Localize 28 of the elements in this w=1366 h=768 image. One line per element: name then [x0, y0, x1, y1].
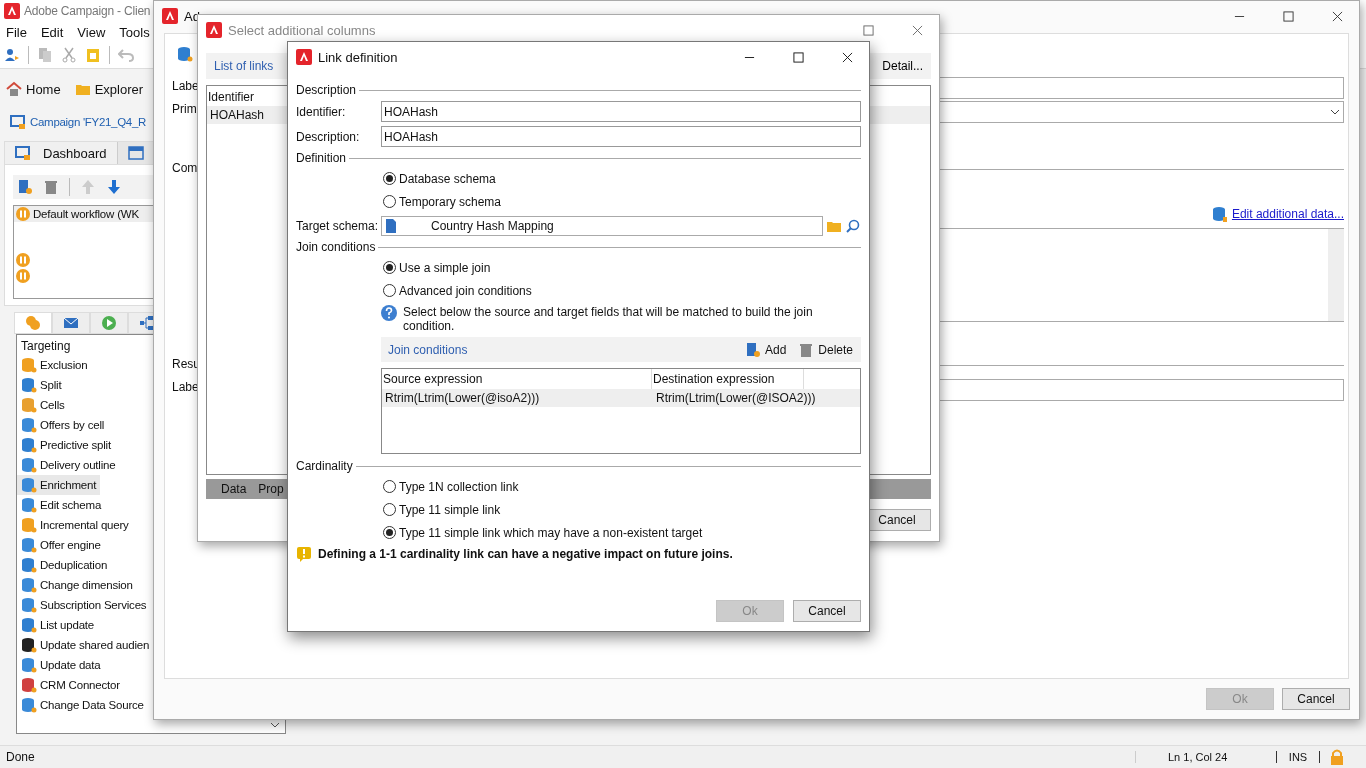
column-header: Identifier	[207, 89, 256, 106]
table-cell-text: Rtrim(Ltrim(Lower(@ISOA2)))	[655, 391, 817, 405]
insert-mode: INS	[1276, 751, 1320, 763]
option-label: Type 11 simple link which may have a non-existent target	[399, 525, 703, 540]
field-label: Target schema:	[296, 218, 380, 233]
table-cell-text: Rtrim(Ltrim(Lower(@isoA2)))	[384, 391, 541, 405]
warning-text: Defining a 1-1 cardinality link can have a negative impact on future joins.	[318, 547, 733, 561]
option-label: Use a simple join	[399, 260, 491, 275]
option-label: Advanced join conditions	[399, 283, 532, 298]
status-text: Done	[5, 750, 35, 764]
help-text: Select below the source and target fields that will be matched to build the join condition.	[403, 305, 814, 333]
field-label: Identifier:	[296, 104, 347, 119]
field-label: Description:	[296, 129, 361, 144]
window-title: Adobe Campaign - Clien	[24, 4, 151, 18]
section-heading: Join conditions	[296, 240, 376, 254]
window-title: Select additional columns	[228, 22, 376, 38]
group-heading: Targeting	[20, 338, 72, 355]
option-label: Type 11 simple link	[399, 502, 501, 517]
cursor-position: Ln 1, Col 24	[1135, 751, 1276, 763]
section-heading: Description	[296, 83, 357, 97]
option-label: Database schema	[399, 171, 496, 186]
field-label: Com	[172, 161, 198, 175]
window-title: Link definition	[318, 49, 398, 65]
section-heading: Definition	[296, 151, 347, 165]
field-label: Prim	[172, 102, 197, 116]
option-label: Temporary schema	[399, 194, 502, 209]
section-heading: Cardinality	[296, 459, 353, 473]
option-label: Type 1N collection link	[399, 479, 519, 494]
